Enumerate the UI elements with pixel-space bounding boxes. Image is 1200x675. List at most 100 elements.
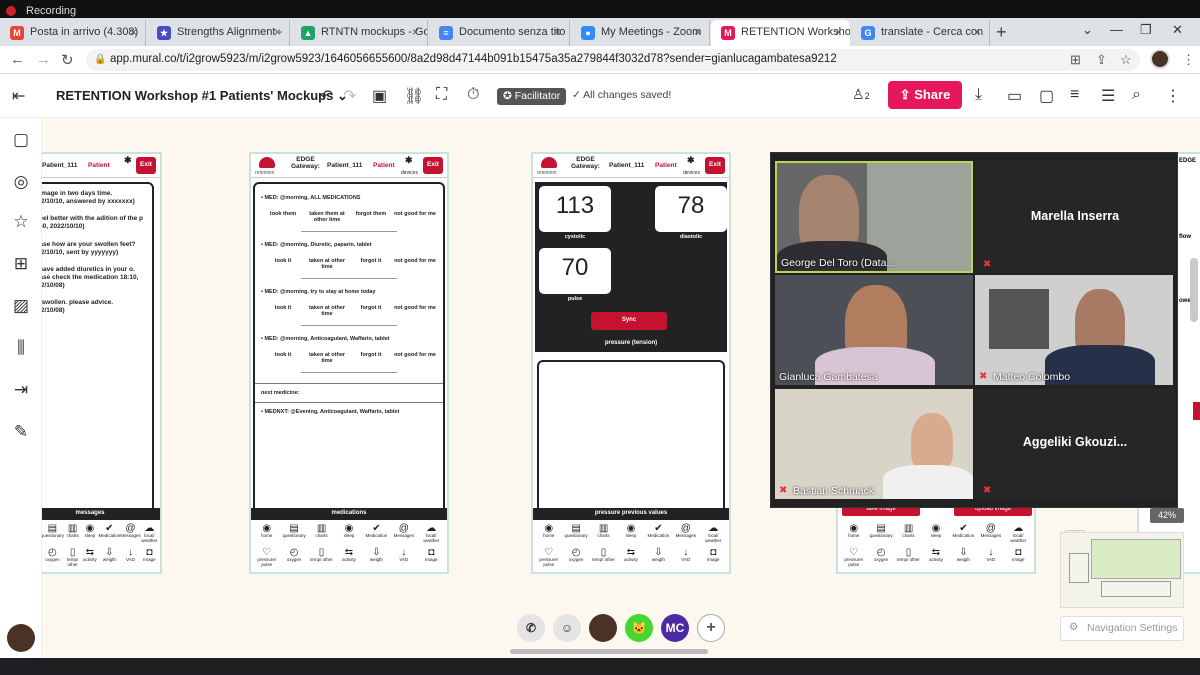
- images-icon[interactable]: ▨: [11, 296, 31, 316]
- private-mode-icon[interactable]: ⛓: [404, 86, 424, 106]
- nav-item[interactable]: ✔ Medication: [98, 522, 120, 546]
- timer-icon[interactable]: ⏱: [467, 86, 479, 104]
- nav-item[interactable]: ⇩ weigth: [98, 546, 120, 570]
- mural-title[interactable]: RETENTION Workshop #1 Patients' Mockups …: [56, 88, 348, 104]
- new-tab-button[interactable]: +: [996, 22, 1007, 43]
- medication-option[interactable]: took it: [261, 258, 305, 270]
- medication-option[interactable]: forgot them: [349, 211, 393, 223]
- browser-tab[interactable]: ★ Strengths Alignment - ×: [147, 20, 290, 46]
- browser-tab[interactable]: ≡ Documento senza tito ×: [429, 20, 570, 46]
- nav-item[interactable]: ▯ temp/ other: [308, 546, 335, 570]
- forward-icon[interactable]: →: [36, 51, 51, 68]
- medication-option[interactable]: took it: [261, 352, 305, 364]
- nav-item[interactable]: @ Messages: [120, 522, 141, 546]
- tab-close-icon[interactable]: ×: [274, 25, 281, 39]
- browser-tab[interactable]: M Posta in arrivo (4.308) ×: [0, 20, 146, 46]
- reactions-icon[interactable]: ☺: [553, 614, 581, 642]
- reload-icon[interactable]: ↻: [61, 51, 74, 69]
- sticky-note-icon[interactable]: ▢: [11, 130, 31, 150]
- zoom-video-panel[interactable]: George Del Toro (Data... Marella Inserra…: [770, 152, 1178, 508]
- phone-messages-mockup[interactable]: Patient_111 Patient ✱ Exit an image in t…: [42, 152, 162, 574]
- nav-item[interactable]: ↓ VAD: [672, 546, 699, 570]
- tab-close-icon[interactable]: ×: [835, 25, 842, 39]
- nav-item[interactable]: ⇆ activity: [81, 546, 98, 570]
- nav-item[interactable]: ◉ home: [253, 522, 280, 546]
- nav-item[interactable]: ◉ home: [840, 522, 867, 546]
- medication-option[interactable]: took it: [261, 305, 305, 317]
- nav-item[interactable]: @ Messages: [672, 522, 699, 546]
- phone-vitals-mockup[interactable]: retention EDGE Gateway: Patient_111 Patie…: [531, 152, 731, 574]
- bookmark-star-icon[interactable]: ☆: [1120, 52, 1132, 68]
- favorites-star-icon[interactable]: ☆: [11, 212, 31, 232]
- nav-item[interactable]: ▤ questionary: [867, 522, 894, 546]
- nav-item[interactable]: ⇆ activity: [922, 546, 949, 570]
- tab-search-icon[interactable]: ⌄: [1082, 22, 1093, 38]
- minimap[interactable]: [1060, 532, 1184, 608]
- pen-icon[interactable]: ✎: [11, 422, 31, 442]
- collaborators-scrollbar[interactable]: [510, 649, 708, 654]
- active-users[interactable]: ♙2: [852, 86, 870, 103]
- nav-item[interactable]: ⇆ activity: [335, 546, 362, 570]
- medication-option[interactable]: forgot it: [349, 352, 393, 364]
- translate-icon[interactable]: ⊞: [1070, 52, 1081, 68]
- medication-option[interactable]: forgot it: [349, 305, 393, 317]
- back-icon[interactable]: ←: [10, 51, 25, 68]
- nav-item[interactable]: ◉ sleep: [335, 522, 362, 546]
- profile-avatar[interactable]: [1150, 49, 1170, 69]
- nav-item[interactable]: ◉ sleep: [81, 522, 98, 546]
- nav-item[interactable]: ✔ Medication: [645, 522, 672, 546]
- nav-item[interactable]: ⇩ weigth: [363, 546, 390, 570]
- nav-item[interactable]: ◴ oxygen: [562, 546, 589, 570]
- nav-item[interactable]: ◉ sleep: [617, 522, 644, 546]
- nav-item[interactable]: ▯ temp/ other: [64, 546, 81, 570]
- exit-button[interactable]: Exit: [705, 157, 725, 174]
- video-tile-matteo[interactable]: ✖ Matteo Colombo: [975, 275, 1173, 385]
- nav-item[interactable]: ◘ Image: [700, 546, 727, 570]
- nav-item[interactable]: ☁ local/ weather: [141, 522, 158, 546]
- canvas-scrollbar[interactable]: [1190, 258, 1198, 322]
- video-tile-bastian[interactable]: ✖ Bastian Schmack: [775, 389, 973, 499]
- nav-item[interactable]: ▥ charts: [64, 522, 81, 546]
- share-button[interactable]: ⇪ Share: [888, 81, 962, 109]
- outline-icon[interactable]: ▣: [372, 86, 387, 106]
- medication-option[interactable]: took them: [261, 211, 305, 223]
- nav-item[interactable]: ✔ Medication: [363, 522, 390, 546]
- my-avatar[interactable]: [7, 624, 35, 652]
- library-icon[interactable]: ⫼: [11, 338, 31, 358]
- nav-item[interactable]: ⇩ weigth: [645, 546, 672, 570]
- import-icon[interactable]: ⇥: [11, 380, 31, 400]
- video-tile-marella[interactable]: Marella Inserra ✖: [975, 161, 1175, 273]
- nav-item[interactable]: ☁ local/ weather: [700, 522, 727, 546]
- nav-item[interactable]: ♡ pressure/ pulse: [840, 546, 867, 570]
- url-field[interactable]: 🔒 app.mural.co/t/i2grow5923/m/i2grow5923/…: [86, 49, 1140, 71]
- nav-item[interactable]: @ Messages: [390, 522, 417, 546]
- chat-icon[interactable]: ▭: [1007, 86, 1022, 106]
- tab-close-icon[interactable]: ×: [412, 25, 419, 39]
- medication-option[interactable]: not good for me: [393, 352, 437, 364]
- nav-item[interactable]: ♡ pressure/ pulse: [535, 546, 562, 570]
- nav-item[interactable]: ✔ Medication: [950, 522, 977, 546]
- medication-option[interactable]: taken at other time: [305, 258, 349, 270]
- minimap-viewport[interactable]: [1091, 539, 1181, 579]
- activity-icon[interactable]: ≡: [1070, 86, 1079, 104]
- medication-option[interactable]: forgot it: [349, 258, 393, 270]
- medication-option[interactable]: taken at other time: [305, 352, 349, 364]
- video-tile-gianluca[interactable]: Gianluca Gambatesa: [775, 275, 973, 385]
- sync-button[interactable]: Sync: [591, 312, 667, 330]
- nav-item[interactable]: ◉ home: [535, 522, 562, 546]
- shapes-icon[interactable]: ◎: [11, 172, 31, 192]
- collaborator-avatar[interactable]: [589, 614, 617, 642]
- exit-button[interactable]: Exit: [423, 157, 443, 174]
- minimize-icon[interactable]: —: [1110, 22, 1123, 37]
- tab-close-icon[interactable]: ×: [694, 25, 701, 39]
- browser-tab[interactable]: Gtranslate - Cerca con ×: [851, 20, 990, 46]
- partial-red-button[interactable]: [1193, 402, 1200, 420]
- video-tile-george[interactable]: George Del Toro (Data...: [775, 161, 973, 273]
- redo-icon[interactable]: ↷: [343, 86, 356, 106]
- nav-item[interactable]: @ Messages: [977, 522, 1004, 546]
- nav-item[interactable]: ◴ oxygen: [867, 546, 894, 570]
- nav-item[interactable]: ↓ VAD: [120, 546, 141, 570]
- medication-option[interactable]: not good for me: [393, 258, 437, 270]
- browser-tab[interactable]: ● My Meetings - Zoom ×: [571, 20, 710, 46]
- tab-close-icon[interactable]: ×: [554, 25, 561, 39]
